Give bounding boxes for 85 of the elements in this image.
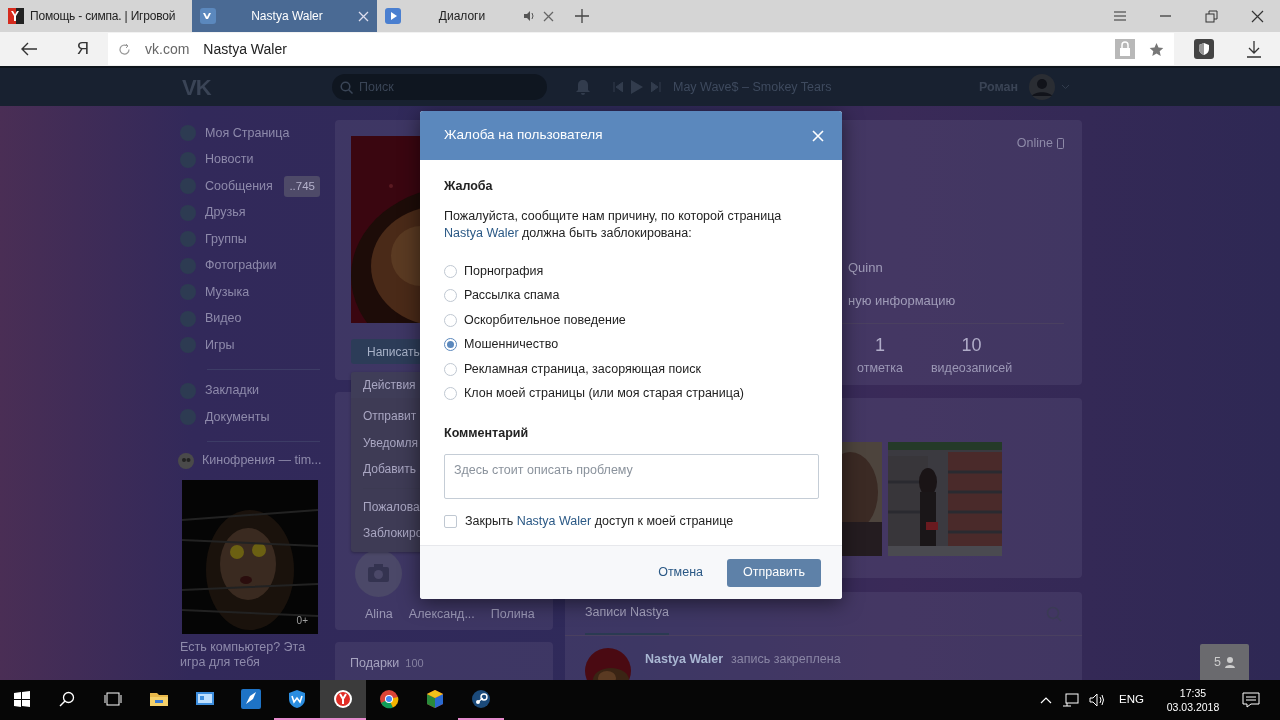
sidebar-item[interactable]: Музыка <box>180 279 320 306</box>
sidebar-item[interactable]: Видео <box>180 305 320 332</box>
reason-label[interactable]: Рассылка спама <box>464 286 560 305</box>
radio-button[interactable] <box>444 264 457 278</box>
comment-field[interactable]: Здесь стоит описать проблему <box>444 453 819 499</box>
radio-button[interactable] <box>444 387 457 400</box>
profile-info-text: ную информацию <box>848 291 957 310</box>
sidebar-item[interactable]: Закладки <box>180 377 320 404</box>
reason-label[interactable]: Порнография <box>464 261 544 281</box>
person-icon <box>1224 656 1235 668</box>
profile-link[interactable]: Nastya Waler <box>516 514 592 529</box>
close-icon[interactable] <box>1249 8 1265 24</box>
submit-button[interactable]: Отправить <box>727 558 821 587</box>
section-title: Жалоба <box>444 178 494 195</box>
sidebar-item[interactable]: Фотографии <box>180 252 320 279</box>
reason-label[interactable]: Оскорбительное поведение <box>464 310 626 330</box>
lock-icon <box>1115 39 1135 59</box>
plus-icon <box>575 9 589 23</box>
stat-counter[interactable]: 1 отметка <box>857 324 903 385</box>
menu-icon[interactable] <box>1111 8 1127 24</box>
puzzle-cube-icon <box>425 689 445 709</box>
reload-icon <box>118 42 131 56</box>
next-track-icon[interactable] <box>651 82 661 92</box>
shield-icon <box>287 689 307 709</box>
age-rating: 0+ <box>296 613 308 628</box>
sidebar-item[interactable]: Друзья <box>180 199 320 226</box>
checkbox[interactable] <box>444 515 457 529</box>
ad-title[interactable]: Кинофрения — tim... <box>202 451 322 470</box>
pinned-note: запись закреплена <box>731 652 841 666</box>
ad-avatar-icon <box>178 452 194 469</box>
cancel-link[interactable]: Отмена <box>658 563 703 582</box>
search-icon[interactable] <box>59 691 75 707</box>
sidebar-item[interactable]: Игры <box>180 332 320 359</box>
friend-name[interactable]: Александ... <box>408 605 475 624</box>
sidebar-item[interactable]: Сообщения ..745 <box>180 173 320 200</box>
ad-text[interactable]: Есть компьютер? Эта игра для тебя <box>180 639 320 670</box>
gifts-label[interactable]: Подарки <box>350 656 400 670</box>
home-button[interactable]: Я <box>58 36 108 62</box>
sidebar-item[interactable]: Новости <box>180 146 320 173</box>
radio-button[interactable] <box>444 289 457 302</box>
report-description: Пожалуйста, сообщите нам причину, по которой страница Nastya Waler должна быть заблокирована: <box>444 207 783 242</box>
profile-link[interactable]: Nastya Waler <box>444 225 519 240</box>
task-view-icon[interactable] <box>104 692 122 706</box>
online-friends-button[interactable]: 5 <box>1200 644 1249 680</box>
radio-button[interactable] <box>444 338 457 351</box>
sidebar-item[interactable]: Документы <box>180 404 320 431</box>
play-icon <box>385 8 401 24</box>
mobile-icon <box>1057 137 1064 149</box>
radio-button[interactable] <box>444 313 457 327</box>
previous-track-icon[interactable] <box>613 82 623 92</box>
bookmark-star-icon[interactable] <box>1149 41 1164 57</box>
search-icon <box>340 80 353 94</box>
shield-extension-icon[interactable] <box>1194 39 1214 59</box>
language-indicator[interactable]: ENG <box>1119 691 1144 709</box>
network-icon[interactable] <box>1062 693 1080 707</box>
sidebar-item[interactable]: Группы <box>180 226 320 253</box>
friend-name[interactable]: Полина <box>490 605 535 624</box>
profile-info-text: Quinn <box>848 258 884 277</box>
download-icon[interactable] <box>1246 40 1262 58</box>
address-field[interactable]: vk.com Nastya Waler <box>108 33 1174 65</box>
dialog-title: Жалоба на пользователя <box>444 126 604 145</box>
browser-tab[interactable]: Nastya Waler <box>192 0 377 32</box>
comment-label: Комментарий <box>444 424 530 442</box>
browser-tab[interactable]: Диалоги <box>377 0 562 32</box>
stat-counter[interactable]: 10 видеозаписей <box>930 324 1013 385</box>
friend-name[interactable]: Alina <box>365 605 393 624</box>
reason-label[interactable]: Рекламная страница, засоряющая поиск <box>464 359 701 379</box>
back-arrow-icon[interactable] <box>21 42 37 56</box>
reason-label[interactable]: Клон моей страницы (или моя старая страница) <box>464 384 745 403</box>
browser-tab[interactable]: Помощь - симпа. | Игровой <box>0 0 192 32</box>
chevron-up-icon[interactable] <box>1040 696 1053 704</box>
sidebar-item[interactable]: Моя Страница <box>180 120 320 147</box>
reason-label[interactable]: Мошенничество <box>464 335 559 354</box>
online-status: Online <box>1016 135 1053 152</box>
taskbar-app[interactable] <box>320 680 366 720</box>
restore-icon[interactable] <box>1203 8 1219 24</box>
radio-button[interactable] <box>444 362 457 376</box>
gifts-count: 100 <box>405 657 424 669</box>
clock[interactable]: 17:35 03.03.2018 <box>1154 686 1232 714</box>
windows-start-icon[interactable] <box>14 691 30 707</box>
speaker-icon[interactable] <box>1089 693 1106 707</box>
close-icon[interactable] <box>543 10 554 22</box>
notifications-icon[interactable] <box>1242 692 1260 708</box>
post-author[interactable]: Nastya Waler <box>645 652 724 666</box>
close-access-label[interactable]: Закрыть Nastya Waler доступ к моей странице <box>465 512 734 531</box>
